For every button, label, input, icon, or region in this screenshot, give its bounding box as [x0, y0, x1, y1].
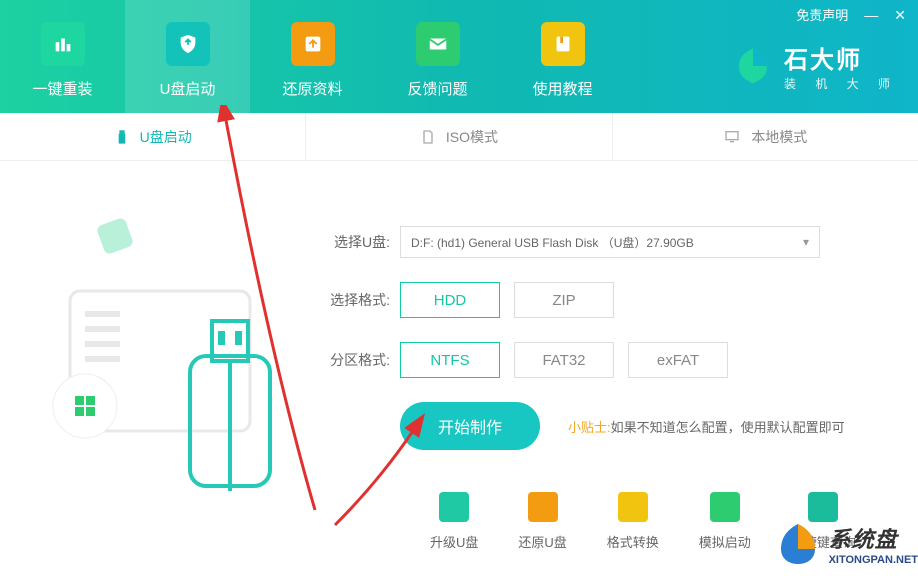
shield-icon	[166, 22, 210, 66]
close-button[interactable]: ✕	[894, 8, 906, 22]
format-option-hdd[interactable]: HDD	[400, 282, 500, 318]
subtabs: U盘启动 ISO模式 本地模式	[0, 113, 918, 161]
usb-select-value: D:F: (hd1) General USB Flash Disk （U盘）27…	[411, 234, 694, 251]
partition-option-exfat[interactable]: exFAT	[628, 342, 728, 378]
minimize-button[interactable]: —	[864, 8, 878, 22]
app-header: 免责声明 — ✕ 一键重装 U盘启动 还原资料 反馈问题	[0, 0, 918, 113]
brand: 石大师 装 机 大 师	[732, 40, 898, 92]
tool-simulate-boot[interactable]: 模拟启动	[699, 492, 751, 551]
subtab-usb[interactable]: U盘启动	[0, 113, 306, 160]
tab-label: 使用教程	[532, 78, 592, 99]
tool-label: 格式转换	[607, 532, 659, 551]
tab-tutorial[interactable]: 使用教程	[500, 0, 625, 113]
iso-icon	[420, 129, 436, 145]
monitor-icon	[723, 129, 741, 145]
tool-label: 模拟启动	[699, 532, 751, 551]
partition-label: 分区格式:	[320, 350, 390, 370]
book-icon	[541, 22, 585, 66]
keyboard-icon	[808, 492, 838, 522]
upload-icon	[291, 22, 335, 66]
tab-usb-boot[interactable]: U盘启动	[125, 0, 250, 113]
partition-option-ntfs[interactable]: NTFS	[400, 342, 500, 378]
tab-restore[interactable]: 还原资料	[250, 0, 375, 113]
subtab-local[interactable]: 本地模式	[613, 113, 918, 160]
tab-label: 反馈问题	[407, 78, 467, 99]
usb-upgrade-icon	[439, 492, 469, 522]
illustration	[0, 161, 310, 579]
select-usb-label: 选择U盘:	[320, 232, 390, 252]
watermark-logo-icon	[773, 519, 823, 569]
tool-label: 还原U盘	[518, 532, 566, 551]
watermark: 系统盘 XITONGPAN.NET	[773, 519, 918, 569]
tool-format-convert[interactable]: 格式转换	[607, 492, 659, 551]
tip-label: 小贴士:	[568, 417, 611, 436]
format-options: HDD ZIP	[400, 282, 614, 318]
usb-icon	[114, 129, 130, 145]
brand-title: 石大师	[784, 40, 898, 75]
subtab-iso[interactable]: ISO模式	[306, 113, 612, 160]
tab-label: 一键重装	[32, 78, 92, 99]
tip-text: 如果不知道怎么配置，使用默认配置即可	[611, 417, 845, 436]
envelope-icon	[416, 22, 460, 66]
brand-subtitle: 装 机 大 师	[784, 75, 898, 92]
partition-options: NTFS FAT32 exFAT	[400, 342, 728, 378]
tab-reinstall[interactable]: 一键重装	[0, 0, 125, 113]
start-button[interactable]: 开始制作	[400, 402, 540, 450]
tab-label: 还原资料	[282, 78, 342, 99]
subtab-label: ISO模式	[446, 127, 498, 147]
format-convert-icon	[618, 492, 648, 522]
header-tabs: 一键重装 U盘启动 还原资料 反馈问题 使用教程	[0, 0, 625, 113]
chart-icon	[41, 22, 85, 66]
format-label: 选择格式:	[320, 290, 390, 310]
usb-select[interactable]: D:F: (hd1) General USB Flash Disk （U盘）27…	[400, 226, 820, 258]
watermark-cn: 系统盘	[829, 522, 898, 554]
usb-restore-icon	[528, 492, 558, 522]
brand-logo-icon	[732, 45, 774, 87]
simulate-boot-icon	[710, 492, 740, 522]
format-option-zip[interactable]: ZIP	[514, 282, 614, 318]
tool-upgrade-usb[interactable]: 升级U盘	[430, 492, 478, 551]
subtab-label: U盘启动	[140, 127, 192, 147]
tab-feedback[interactable]: 反馈问题	[375, 0, 500, 113]
chevron-down-icon: ▾	[803, 235, 809, 249]
watermark-en: XITONGPAN.NET	[829, 554, 918, 566]
tool-restore-usb[interactable]: 还原U盘	[518, 492, 566, 551]
tool-label: 升级U盘	[430, 532, 478, 551]
subtab-label: 本地模式	[751, 127, 807, 147]
disclaimer-link[interactable]: 免责声明	[796, 5, 848, 24]
tab-label: U盘启动	[160, 78, 216, 99]
partition-option-fat32[interactable]: FAT32	[514, 342, 614, 378]
titlebar: 免责声明 — ✕	[796, 5, 906, 24]
